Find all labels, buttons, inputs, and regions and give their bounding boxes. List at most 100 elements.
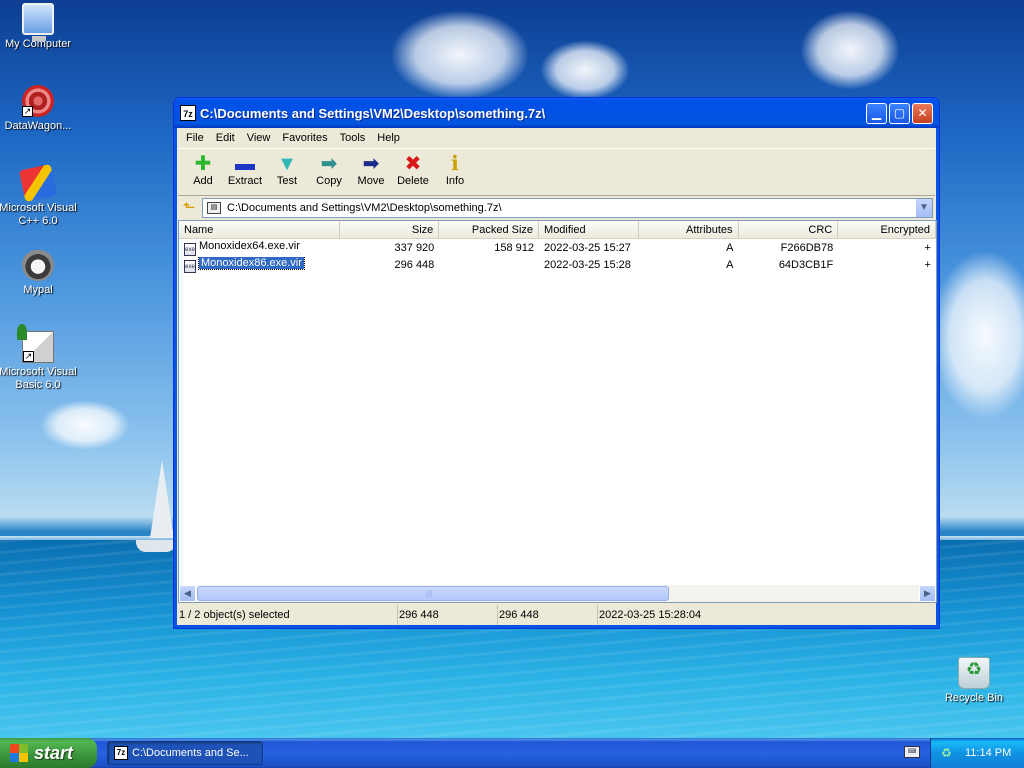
column-header-name[interactable]: Name	[179, 221, 340, 238]
menu-file[interactable]: File	[180, 130, 210, 146]
scrollbar-thumb[interactable]	[197, 586, 669, 601]
cloud	[930, 250, 1024, 420]
taskbar-button-7zip[interactable]: 7z C:\Documents and Se...	[107, 741, 263, 765]
address-combobox[interactable]: ▤ C:\Documents and Settings\VM2\Desktop\…	[202, 198, 933, 218]
table-row-selected[interactable]: exe Monoxidex86.exe.vir 296 448 2022-03-2…	[179, 256, 936, 273]
recycle-bin-icon	[958, 657, 990, 689]
column-header-attributes[interactable]: Attributes	[639, 221, 739, 238]
desktop-icon-label: Microsoft Visual C++ 6.0	[0, 202, 77, 227]
desktop-icon-recycle-bin[interactable]: Recycle Bin	[934, 657, 1014, 705]
copy-button[interactable]: ➡ Copy	[308, 151, 350, 187]
desktop-icon-label: Mypal	[23, 284, 53, 296]
status-modified: 2022-03-25 15:28:04	[599, 609, 702, 621]
info-button-label: Info	[445, 175, 465, 187]
taskbar: start 7z C:\Documents and Se...	[0, 738, 1024, 768]
menu-edit[interactable]: Edit	[210, 130, 241, 146]
status-selection: 1 / 2 object(s) selected	[178, 605, 398, 625]
delete-button[interactable]: ✖ Delete	[392, 151, 434, 187]
menu-help[interactable]: Help	[371, 130, 406, 146]
scroll-right-icon[interactable]: ▶	[919, 585, 936, 602]
shortcut-arrow-icon: ↗	[22, 106, 33, 117]
sailboat-sail	[150, 460, 174, 538]
toolbar: ✚ Add ▬ Extract ▼ Test ➡ Copy ➡ Move ✖ D…	[178, 148, 935, 196]
up-folder-icon[interactable]: ⬑	[180, 199, 198, 217]
start-label: start	[34, 742, 74, 763]
file-size: 337 920	[394, 241, 435, 254]
menu-bar: File Edit View Favorites Tools Help	[178, 128, 935, 148]
file-packed-size: 158 912	[494, 241, 535, 254]
table-row[interactable]: exe Monoxidex64.exe.vir 337 920 158 912 2…	[179, 239, 936, 256]
mypal-icon	[22, 249, 54, 281]
sailboat-hull	[136, 540, 176, 552]
add-button[interactable]: ✚ Add	[182, 151, 224, 187]
start-button[interactable]: start	[0, 738, 97, 768]
desktop-icon-my-computer[interactable]: My Computer	[0, 3, 78, 51]
column-header-crc[interactable]: CRC	[739, 221, 839, 238]
file-name: Monoxidex86.exe.vir	[198, 256, 305, 270]
test-button-label: Test	[276, 175, 298, 187]
keyboard-language-icon[interactable]: ⌨	[904, 746, 920, 758]
column-header-size[interactable]: Size	[340, 221, 440, 238]
file-encrypted: +	[924, 241, 931, 254]
extract-button-label: Extract	[227, 175, 263, 187]
7zip-file-manager-window: 7z C:\Documents and Settings\VM2\Desktop…	[173, 97, 940, 629]
network-icon[interactable]: ♻	[941, 746, 955, 760]
column-header-encrypted[interactable]: Encrypted	[838, 221, 936, 238]
file-modified: 2022-03-25 15:27	[544, 241, 631, 254]
test-button[interactable]: ▼ Test	[266, 151, 308, 187]
taskbar-button-label: C:\Documents and Se...	[132, 747, 249, 759]
cloud	[40, 400, 130, 450]
address-path: C:\Documents and Settings\VM2\Desktop\so…	[227, 202, 502, 214]
column-header-modified[interactable]: Modified	[539, 221, 639, 238]
horizontal-scrollbar[interactable]: ◀ ▶	[179, 585, 936, 602]
status-bar: 1 / 2 object(s) selected 296 448 296 448…	[178, 605, 937, 625]
scroll-left-icon[interactable]: ◀	[179, 585, 196, 602]
7zip-app-icon: 7z	[180, 105, 196, 121]
datawagon-icon: ↗	[22, 85, 54, 117]
chevron-down-icon[interactable]: ▼	[915, 199, 932, 217]
title-bar[interactable]: 7z C:\Documents and Settings\VM2\Desktop…	[174, 98, 939, 128]
file-attributes: A	[726, 241, 734, 254]
delete-button-label: Delete	[397, 175, 429, 187]
move-icon: ➡	[362, 153, 380, 175]
info-button[interactable]: ℹ Info	[434, 151, 476, 187]
desktop-icon-visual-basic[interactable]: ↗ Microsoft Visual Basic 6.0	[0, 324, 78, 392]
info-icon: ℹ	[451, 153, 459, 175]
desktop-icon-label: DataWagon...	[4, 120, 72, 132]
visual-cpp-icon	[19, 164, 57, 202]
file-icon: exe	[184, 259, 196, 273]
minimize-button[interactable]: ▁	[866, 102, 887, 124]
cloud	[390, 10, 530, 100]
status-packed-size: 296 448	[498, 605, 598, 625]
7zip-app-icon: 7z	[114, 746, 128, 760]
menu-favorites[interactable]: Favorites	[276, 130, 333, 146]
desktop-icon-mypal[interactable]: Mypal	[0, 249, 78, 297]
desktop-icon-label: Recycle Bin	[944, 692, 1004, 704]
file-list[interactable]: Name Size Packed Size Modified Attribute…	[178, 220, 937, 603]
maximize-button[interactable]: ▢	[889, 102, 910, 124]
extract-button[interactable]: ▬ Extract	[224, 151, 266, 187]
file-modified: 2022-03-25 15:28	[544, 258, 631, 271]
column-headers: Name Size Packed Size Modified Attribute…	[179, 221, 936, 239]
desktop-icon-label: Microsoft Visual Basic 6.0	[0, 366, 77, 391]
status-size: 296 448	[398, 605, 498, 625]
close-button[interactable]: ✕	[912, 102, 933, 124]
file-encrypted: +	[924, 258, 931, 271]
address-bar: ⬑ ▤ C:\Documents and Settings\VM2\Deskto…	[178, 196, 935, 220]
menu-tools[interactable]: Tools	[334, 130, 372, 146]
copy-button-label: Copy	[316, 175, 342, 187]
column-header-packed-size[interactable]: Packed Size	[439, 221, 540, 238]
windows-logo-icon	[10, 744, 28, 762]
test-icon: ▼	[277, 153, 297, 175]
add-button-label: Add	[193, 175, 213, 187]
file-name: Monoxidex64.exe.vir	[199, 239, 300, 252]
desktop-icon-datawagon[interactable]: ↗ DataWagon...	[0, 85, 78, 133]
drive-icon: ▤	[207, 202, 221, 214]
menu-view[interactable]: View	[241, 130, 277, 146]
move-button[interactable]: ➡ Move	[350, 151, 392, 187]
clock[interactable]: 11:14 PM	[965, 747, 1011, 759]
file-icon: exe	[184, 242, 196, 256]
desktop-icon-visual-cpp[interactable]: Microsoft Visual C++ 6.0	[0, 164, 78, 228]
shortcut-arrow-icon: ↗	[23, 351, 34, 362]
extract-icon: ▬	[235, 153, 255, 175]
